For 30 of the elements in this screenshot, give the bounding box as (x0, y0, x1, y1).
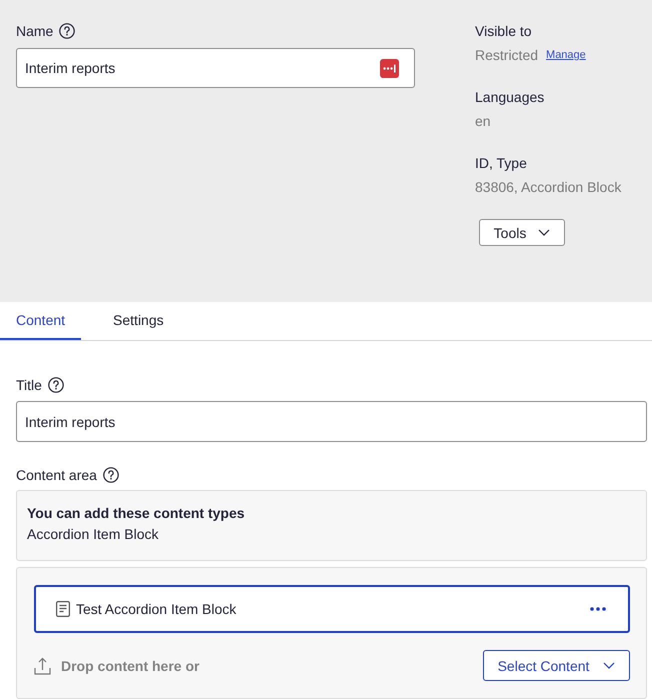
drop-hint: Drop content here or (61, 658, 200, 674)
info-heading: You can add these content types (27, 504, 245, 523)
meta-value: en (475, 112, 491, 131)
meta-label: ID, Type (475, 154, 528, 173)
meta-value: 83806, Accordion Block (475, 178, 622, 197)
tools-button[interactable]: Tools (479, 219, 565, 246)
field-label: Name (16, 22, 54, 40)
document-icon (56, 601, 70, 617)
manage-link[interactable]: Manage (546, 49, 586, 61)
content-type-text: Accordion Item Block (27, 525, 158, 544)
chevron-down-icon (603, 662, 616, 669)
help-icon[interactable] (59, 23, 76, 39)
tab[interactable]: Content (0, 302, 82, 340)
field-label: Content area (16, 466, 97, 484)
title-input[interactable]: Interim reports (16, 401, 647, 442)
help-icon[interactable] (102, 467, 119, 483)
meta-label: Visible to (475, 22, 533, 41)
upload-icon (34, 656, 51, 674)
name-input[interactable]: Interim reports (16, 48, 415, 88)
content-item[interactable]: Test Accordion Item Block (34, 585, 630, 633)
tab[interactable]: Settings (97, 302, 180, 340)
help-icon[interactable] (48, 377, 64, 393)
select-content-button[interactable]: Select Content (483, 650, 630, 681)
chevron-down-icon (538, 229, 550, 236)
meta-label: Languages (475, 88, 544, 107)
meta-value: Restricted (475, 46, 538, 65)
drop-zone[interactable]: Test Accordion Item Block Drop content here or Select Content (16, 567, 647, 699)
more-icon[interactable] (590, 607, 606, 611)
password-dots-icon[interactable] (380, 58, 399, 78)
field-label: Title (16, 376, 42, 394)
